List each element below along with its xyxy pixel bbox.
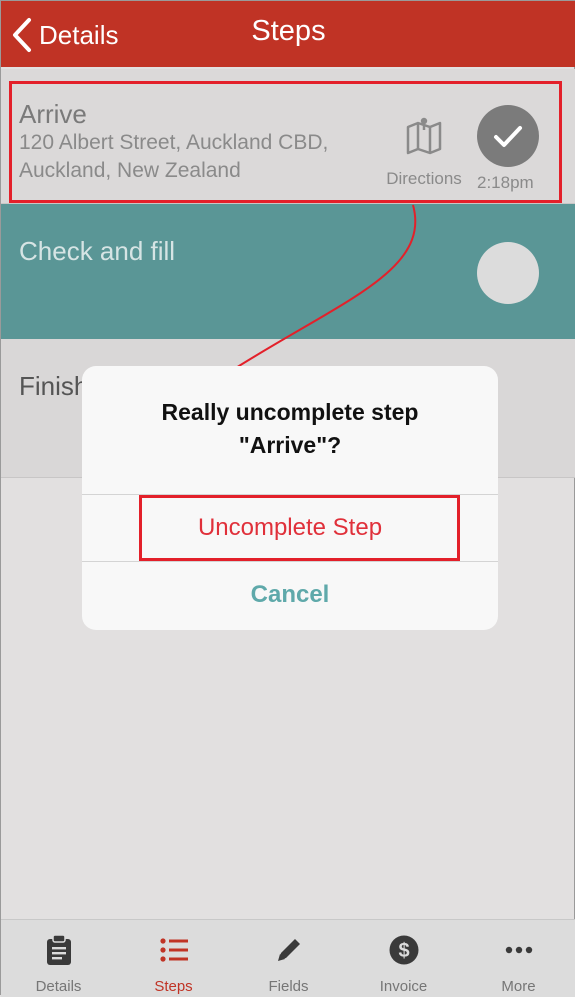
tab-label: More [501, 978, 536, 995]
tab-fields[interactable]: Fields [231, 920, 346, 997]
tab-label: Fields [268, 978, 309, 995]
tab-bar: Details Steps Fields $ Invoice More [1, 919, 575, 997]
dialog-message-line2: "Arrive"? [238, 432, 342, 458]
step-incomplete-toggle[interactable] [477, 242, 539, 304]
tab-steps[interactable]: Steps [116, 920, 231, 997]
page-title: Steps [251, 15, 326, 47]
step-row-check-and-fill[interactable]: Check and fill [1, 204, 575, 339]
checkmark-icon [494, 126, 522, 147]
list-icon [159, 938, 188, 962]
dialog-message: Really uncomplete step "Arrive"? [82, 396, 498, 462]
step-title: Arrive [19, 99, 87, 129]
tab-label: Steps [154, 978, 193, 995]
tab-more[interactable]: More [461, 920, 575, 997]
tab-label: Details [35, 978, 82, 995]
directions-button[interactable]: Directions [379, 117, 469, 189]
tab-label: Invoice [379, 978, 428, 995]
confirm-dialog: Really uncomplete step "Arrive"? Uncompl… [82, 366, 498, 630]
step-complete-toggle[interactable] [477, 105, 539, 167]
step-title: Check and fill [19, 236, 176, 266]
map-icon [406, 117, 442, 155]
uncomplete-step-button[interactable]: Uncomplete Step [82, 494, 498, 561]
step-title: Finish [19, 371, 89, 401]
step-address: 120 Albert Street, Auckland CBD, Aucklan… [19, 131, 329, 182]
directions-label: Directions [386, 169, 462, 188]
tab-invoice[interactable]: $ Invoice [346, 920, 461, 997]
step-row-arrive[interactable]: Arrive 120 Albert Street, Auckland CBD, … [1, 69, 575, 204]
tab-details[interactable]: Details [1, 920, 116, 997]
dollar-icon: $ [389, 935, 418, 965]
navigation-bar: Details Steps [1, 1, 575, 67]
step-completed-time: 2:18pm [477, 173, 534, 192]
dialog-message-line1: Really uncomplete step [161, 399, 419, 425]
pencil-icon [277, 939, 300, 961]
more-dots-icon [505, 946, 532, 954]
svg-text:$: $ [398, 940, 409, 962]
clipboard-icon [46, 934, 71, 965]
cancel-button[interactable]: Cancel [82, 561, 498, 628]
